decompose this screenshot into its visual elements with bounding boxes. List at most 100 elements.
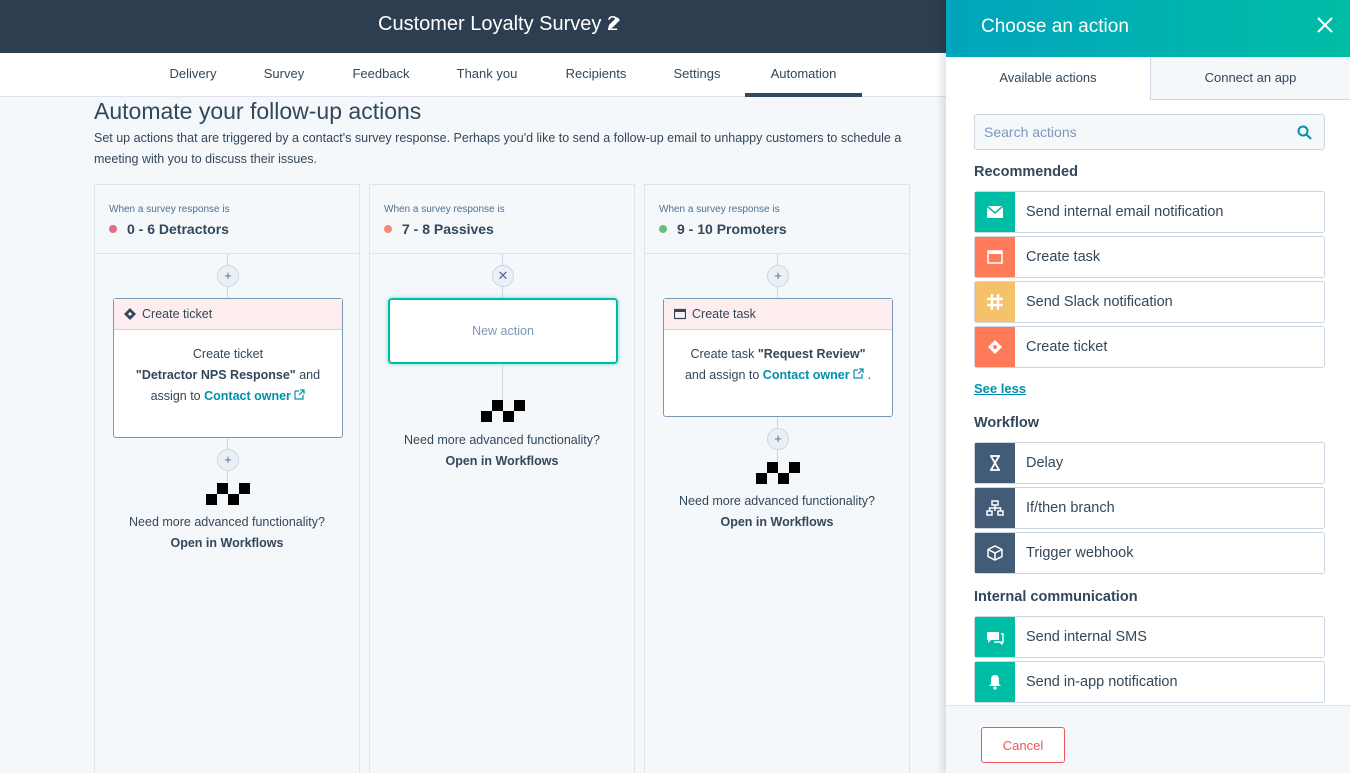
card-bold-text: "Request Review" bbox=[757, 347, 866, 361]
advanced-functionality-text: Need more advanced functionality? bbox=[404, 433, 600, 447]
section-workflow: Workflow bbox=[974, 415, 1039, 431]
close-action-button[interactable]: ✕ bbox=[492, 265, 514, 287]
finish-flag-icon bbox=[206, 483, 250, 505]
action-send-slack[interactable]: Send Slack notification bbox=[974, 281, 1325, 323]
card-header: Create ticket bbox=[114, 299, 342, 330]
top-bar: Customer Loyalty Survey 2 bbox=[0, 0, 946, 53]
task-icon bbox=[674, 308, 686, 320]
action-delay[interactable]: Delay bbox=[974, 442, 1325, 484]
action-label: Create task bbox=[1026, 249, 1101, 265]
action-label: Send internal SMS bbox=[1026, 629, 1147, 645]
search-box bbox=[974, 114, 1325, 150]
panel-tabs: Available actions Connect an app bbox=[946, 57, 1350, 100]
action-if-then-branch[interactable]: If/then branch bbox=[974, 487, 1325, 529]
bell-icon bbox=[989, 675, 1001, 690]
add-action-button[interactable]: + bbox=[767, 265, 789, 287]
new-action-placeholder[interactable]: New action bbox=[388, 298, 618, 364]
panel-header: Choose an action bbox=[946, 0, 1350, 57]
column-header: When a survey response is 0 - 6 Detracto… bbox=[95, 185, 359, 254]
panel-footer: Cancel bbox=[946, 705, 1350, 773]
add-action-button[interactable]: + bbox=[217, 265, 239, 287]
page-title: Automate your follow-up actions bbox=[94, 98, 422, 124]
passives-column: When a survey response is 7 - 8 Passives… bbox=[369, 184, 635, 773]
add-action-button[interactable]: + bbox=[767, 428, 789, 450]
column-caption: When a survey response is bbox=[659, 204, 780, 215]
envelope-icon bbox=[986, 205, 1004, 218]
tab-automation[interactable]: Automation bbox=[745, 53, 862, 97]
section-recommended: Recommended bbox=[974, 164, 1078, 180]
action-label: Delay bbox=[1026, 455, 1064, 471]
advanced-functionality-text: Need more advanced functionality? bbox=[129, 515, 325, 529]
finish-flag-icon bbox=[756, 462, 800, 484]
tab-feedback[interactable]: Feedback bbox=[338, 53, 424, 97]
see-less-link[interactable]: See less bbox=[974, 381, 1026, 396]
open-in-workflows-link[interactable]: Open in Workflows bbox=[95, 533, 359, 554]
add-action-button[interactable]: + bbox=[217, 449, 239, 471]
open-in-workflows-link[interactable]: Open in Workflows bbox=[645, 512, 909, 533]
action-send-in-app-notification[interactable]: Send in-app notification bbox=[974, 661, 1325, 703]
action-card[interactable]: Create ticket Create ticket "Detractor N… bbox=[113, 298, 343, 438]
action-trigger-webhook[interactable]: Trigger webhook bbox=[974, 532, 1325, 574]
close-icon[interactable] bbox=[1316, 16, 1334, 34]
search-icon[interactable] bbox=[1297, 125, 1312, 140]
advanced-functionality-text: Need more advanced functionality? bbox=[679, 494, 875, 508]
card-title: Create ticket bbox=[142, 307, 213, 321]
card-bold-text: "Detractor NPS Response" bbox=[135, 368, 296, 382]
action-create-task[interactable]: Create task bbox=[974, 236, 1325, 278]
column-range: 7 - 8 Passives bbox=[402, 221, 494, 237]
card-text: and bbox=[295, 368, 321, 382]
column-caption: When a survey response is bbox=[109, 204, 230, 215]
contact-owner-link[interactable]: Contact owner bbox=[763, 368, 850, 382]
external-link-icon bbox=[853, 368, 864, 379]
promoters-column: When a survey response is 9 - 10 Promote… bbox=[644, 184, 910, 773]
status-dot bbox=[109, 225, 117, 233]
tab-available-actions[interactable]: Available actions bbox=[946, 57, 1150, 100]
action-label: Send Slack notification bbox=[1026, 294, 1173, 310]
column-header: When a survey response is 9 - 10 Promote… bbox=[645, 185, 909, 254]
action-card[interactable]: Create task Create task "Request Review"… bbox=[663, 298, 893, 417]
branch-icon bbox=[986, 500, 1004, 516]
tab-connect-app[interactable]: Connect an app bbox=[1150, 57, 1350, 100]
tab-survey[interactable]: Survey bbox=[250, 53, 318, 97]
survey-tabs: Delivery Survey Feedback Thank you Recip… bbox=[0, 53, 946, 97]
action-label: Send internal email notification bbox=[1026, 204, 1224, 220]
detractors-column: When a survey response is 0 - 6 Detracto… bbox=[94, 184, 360, 773]
card-title: Create task bbox=[692, 307, 756, 321]
status-dot bbox=[659, 225, 667, 233]
action-label: Trigger webhook bbox=[1026, 545, 1134, 561]
tab-recipients[interactable]: Recipients bbox=[550, 53, 642, 97]
action-label: Send in-app notification bbox=[1026, 674, 1178, 690]
ticket-icon bbox=[988, 340, 1002, 354]
search-input[interactable] bbox=[975, 115, 1275, 149]
card-text: . bbox=[864, 368, 872, 382]
pencil-icon[interactable] bbox=[606, 15, 622, 31]
section-internal-communication: Internal communication bbox=[974, 589, 1138, 605]
choose-action-panel: Choose an action Available actions Conne… bbox=[946, 0, 1350, 773]
slack-icon bbox=[987, 294, 1003, 310]
column-range: 0 - 6 Detractors bbox=[127, 221, 229, 237]
panel-title: Choose an action bbox=[981, 16, 1129, 37]
external-link-icon bbox=[294, 389, 306, 400]
card-line: Create ticket bbox=[192, 347, 264, 361]
task-icon bbox=[987, 250, 1003, 264]
cancel-button[interactable]: Cancel bbox=[981, 727, 1065, 763]
tab-thank-you[interactable]: Thank you bbox=[444, 53, 530, 97]
card-text: assign to bbox=[150, 389, 205, 403]
contact-owner-link[interactable]: Contact owner bbox=[204, 389, 291, 403]
column-caption: When a survey response is bbox=[384, 204, 505, 215]
action-label: Create ticket bbox=[1026, 339, 1108, 355]
action-create-ticket[interactable]: Create ticket bbox=[974, 326, 1325, 368]
tab-settings[interactable]: Settings bbox=[660, 53, 734, 97]
tab-delivery[interactable]: Delivery bbox=[146, 53, 240, 97]
finish-flag-icon bbox=[481, 400, 525, 422]
cube-icon bbox=[987, 545, 1003, 561]
open-in-workflows-link[interactable]: Open in Workflows bbox=[370, 451, 634, 472]
action-label: If/then branch bbox=[1026, 500, 1115, 516]
survey-title: Customer Loyalty Survey 2 bbox=[378, 13, 619, 35]
sms-icon bbox=[987, 632, 1004, 645]
page-description: Set up actions that are triggered by a c… bbox=[94, 131, 902, 166]
status-dot bbox=[384, 225, 392, 233]
action-send-internal-email[interactable]: Send internal email notification bbox=[974, 191, 1325, 233]
ticket-icon bbox=[124, 308, 136, 320]
action-send-internal-sms[interactable]: Send internal SMS bbox=[974, 616, 1325, 658]
